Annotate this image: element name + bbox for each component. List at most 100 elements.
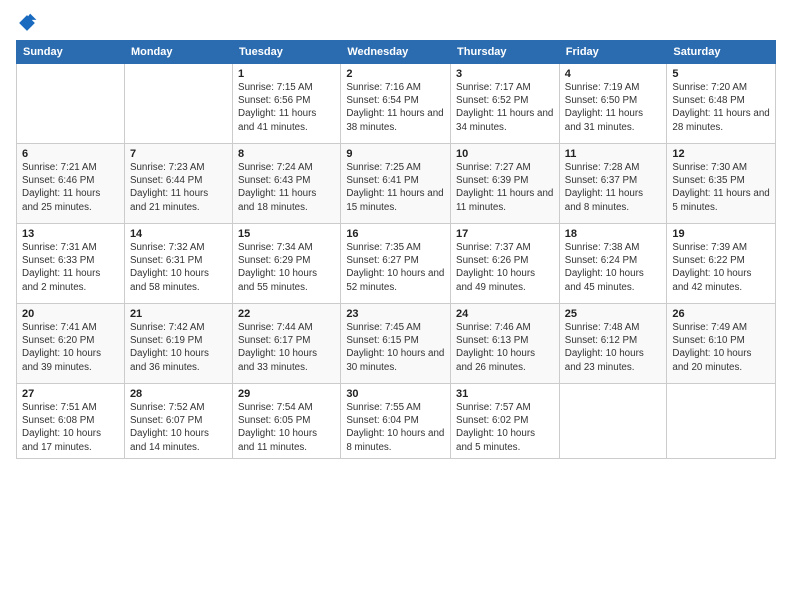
calendar-cell: 20Sunrise: 7:41 AM Sunset: 6:20 PM Dayli… <box>17 304 125 384</box>
day-number: 19 <box>672 228 770 240</box>
calendar-header-row: SundayMondayTuesdayWednesdayThursdayFrid… <box>17 41 776 64</box>
day-detail: Sunrise: 7:32 AM Sunset: 6:31 PM Dayligh… <box>130 241 227 294</box>
day-number: 1 <box>238 68 335 80</box>
day-detail: Sunrise: 7:24 AM Sunset: 6:43 PM Dayligh… <box>238 161 335 214</box>
calendar-cell: 5Sunrise: 7:20 AM Sunset: 6:48 PM Daylig… <box>667 64 776 144</box>
calendar-cell: 13Sunrise: 7:31 AM Sunset: 6:33 PM Dayli… <box>17 224 125 304</box>
day-detail: Sunrise: 7:23 AM Sunset: 6:44 PM Dayligh… <box>130 161 227 214</box>
day-number: 6 <box>22 148 119 160</box>
day-number: 7 <box>130 148 227 160</box>
day-number: 17 <box>456 228 554 240</box>
calendar-cell: 11Sunrise: 7:28 AM Sunset: 6:37 PM Dayli… <box>559 144 667 224</box>
calendar-cell: 7Sunrise: 7:23 AM Sunset: 6:44 PM Daylig… <box>124 144 232 224</box>
day-detail: Sunrise: 7:15 AM Sunset: 6:56 PM Dayligh… <box>238 81 335 134</box>
day-number: 15 <box>238 228 335 240</box>
day-number: 14 <box>130 228 227 240</box>
day-number: 9 <box>346 148 445 160</box>
weekday-header: Friday <box>559 41 667 64</box>
calendar-cell: 30Sunrise: 7:55 AM Sunset: 6:04 PM Dayli… <box>341 384 451 459</box>
calendar-cell: 15Sunrise: 7:34 AM Sunset: 6:29 PM Dayli… <box>233 224 341 304</box>
day-detail: Sunrise: 7:39 AM Sunset: 6:22 PM Dayligh… <box>672 241 770 294</box>
day-detail: Sunrise: 7:54 AM Sunset: 6:05 PM Dayligh… <box>238 401 335 454</box>
day-detail: Sunrise: 7:30 AM Sunset: 6:35 PM Dayligh… <box>672 161 770 214</box>
day-number: 22 <box>238 308 335 320</box>
day-number: 30 <box>346 388 445 400</box>
calendar-cell: 14Sunrise: 7:32 AM Sunset: 6:31 PM Dayli… <box>124 224 232 304</box>
calendar-cell: 9Sunrise: 7:25 AM Sunset: 6:41 PM Daylig… <box>341 144 451 224</box>
calendar-week-row: 1Sunrise: 7:15 AM Sunset: 6:56 PM Daylig… <box>17 64 776 144</box>
calendar-cell: 24Sunrise: 7:46 AM Sunset: 6:13 PM Dayli… <box>451 304 560 384</box>
calendar-cell: 10Sunrise: 7:27 AM Sunset: 6:39 PM Dayli… <box>451 144 560 224</box>
logo <box>16 12 42 34</box>
calendar-cell: 26Sunrise: 7:49 AM Sunset: 6:10 PM Dayli… <box>667 304 776 384</box>
calendar-cell: 8Sunrise: 7:24 AM Sunset: 6:43 PM Daylig… <box>233 144 341 224</box>
day-number: 24 <box>456 308 554 320</box>
day-number: 18 <box>565 228 662 240</box>
calendar-cell: 19Sunrise: 7:39 AM Sunset: 6:22 PM Dayli… <box>667 224 776 304</box>
calendar-cell: 18Sunrise: 7:38 AM Sunset: 6:24 PM Dayli… <box>559 224 667 304</box>
calendar-cell <box>559 384 667 459</box>
day-detail: Sunrise: 7:48 AM Sunset: 6:12 PM Dayligh… <box>565 321 662 374</box>
day-number: 25 <box>565 308 662 320</box>
page: SundayMondayTuesdayWednesdayThursdayFrid… <box>0 0 792 467</box>
day-detail: Sunrise: 7:37 AM Sunset: 6:26 PM Dayligh… <box>456 241 554 294</box>
day-number: 10 <box>456 148 554 160</box>
day-number: 2 <box>346 68 445 80</box>
calendar-week-row: 27Sunrise: 7:51 AM Sunset: 6:08 PM Dayli… <box>17 384 776 459</box>
day-detail: Sunrise: 7:35 AM Sunset: 6:27 PM Dayligh… <box>346 241 445 294</box>
day-number: 20 <box>22 308 119 320</box>
day-detail: Sunrise: 7:57 AM Sunset: 6:02 PM Dayligh… <box>456 401 554 454</box>
day-number: 12 <box>672 148 770 160</box>
calendar-cell: 22Sunrise: 7:44 AM Sunset: 6:17 PM Dayli… <box>233 304 341 384</box>
day-detail: Sunrise: 7:17 AM Sunset: 6:52 PM Dayligh… <box>456 81 554 134</box>
day-detail: Sunrise: 7:38 AM Sunset: 6:24 PM Dayligh… <box>565 241 662 294</box>
day-number: 8 <box>238 148 335 160</box>
day-detail: Sunrise: 7:21 AM Sunset: 6:46 PM Dayligh… <box>22 161 119 214</box>
day-detail: Sunrise: 7:41 AM Sunset: 6:20 PM Dayligh… <box>22 321 119 374</box>
calendar-cell: 27Sunrise: 7:51 AM Sunset: 6:08 PM Dayli… <box>17 384 125 459</box>
calendar-week-row: 13Sunrise: 7:31 AM Sunset: 6:33 PM Dayli… <box>17 224 776 304</box>
calendar-cell: 16Sunrise: 7:35 AM Sunset: 6:27 PM Dayli… <box>341 224 451 304</box>
day-number: 4 <box>565 68 662 80</box>
calendar-cell: 29Sunrise: 7:54 AM Sunset: 6:05 PM Dayli… <box>233 384 341 459</box>
calendar-table: SundayMondayTuesdayWednesdayThursdayFrid… <box>16 40 776 459</box>
weekday-header: Thursday <box>451 41 560 64</box>
day-detail: Sunrise: 7:19 AM Sunset: 6:50 PM Dayligh… <box>565 81 662 134</box>
weekday-header: Sunday <box>17 41 125 64</box>
calendar-cell: 17Sunrise: 7:37 AM Sunset: 6:26 PM Dayli… <box>451 224 560 304</box>
day-number: 11 <box>565 148 662 160</box>
calendar-week-row: 6Sunrise: 7:21 AM Sunset: 6:46 PM Daylig… <box>17 144 776 224</box>
calendar-cell <box>667 384 776 459</box>
calendar-cell: 3Sunrise: 7:17 AM Sunset: 6:52 PM Daylig… <box>451 64 560 144</box>
day-number: 29 <box>238 388 335 400</box>
calendar-cell: 28Sunrise: 7:52 AM Sunset: 6:07 PM Dayli… <box>124 384 232 459</box>
day-detail: Sunrise: 7:42 AM Sunset: 6:19 PM Dayligh… <box>130 321 227 374</box>
calendar-cell: 31Sunrise: 7:57 AM Sunset: 6:02 PM Dayli… <box>451 384 560 459</box>
day-number: 23 <box>346 308 445 320</box>
day-number: 31 <box>456 388 554 400</box>
day-detail: Sunrise: 7:27 AM Sunset: 6:39 PM Dayligh… <box>456 161 554 214</box>
day-detail: Sunrise: 7:31 AM Sunset: 6:33 PM Dayligh… <box>22 241 119 294</box>
day-detail: Sunrise: 7:52 AM Sunset: 6:07 PM Dayligh… <box>130 401 227 454</box>
day-number: 3 <box>456 68 554 80</box>
weekday-header: Saturday <box>667 41 776 64</box>
header <box>16 12 776 34</box>
calendar-cell: 23Sunrise: 7:45 AM Sunset: 6:15 PM Dayli… <box>341 304 451 384</box>
calendar-cell: 6Sunrise: 7:21 AM Sunset: 6:46 PM Daylig… <box>17 144 125 224</box>
day-number: 26 <box>672 308 770 320</box>
day-detail: Sunrise: 7:16 AM Sunset: 6:54 PM Dayligh… <box>346 81 445 134</box>
calendar-cell <box>124 64 232 144</box>
day-number: 28 <box>130 388 227 400</box>
calendar-cell: 12Sunrise: 7:30 AM Sunset: 6:35 PM Dayli… <box>667 144 776 224</box>
calendar-cell: 1Sunrise: 7:15 AM Sunset: 6:56 PM Daylig… <box>233 64 341 144</box>
day-number: 27 <box>22 388 119 400</box>
day-detail: Sunrise: 7:51 AM Sunset: 6:08 PM Dayligh… <box>22 401 119 454</box>
day-number: 16 <box>346 228 445 240</box>
day-detail: Sunrise: 7:46 AM Sunset: 6:13 PM Dayligh… <box>456 321 554 374</box>
day-detail: Sunrise: 7:44 AM Sunset: 6:17 PM Dayligh… <box>238 321 335 374</box>
calendar-week-row: 20Sunrise: 7:41 AM Sunset: 6:20 PM Dayli… <box>17 304 776 384</box>
day-detail: Sunrise: 7:49 AM Sunset: 6:10 PM Dayligh… <box>672 321 770 374</box>
day-detail: Sunrise: 7:34 AM Sunset: 6:29 PM Dayligh… <box>238 241 335 294</box>
day-detail: Sunrise: 7:25 AM Sunset: 6:41 PM Dayligh… <box>346 161 445 214</box>
logo-icon <box>16 12 38 34</box>
